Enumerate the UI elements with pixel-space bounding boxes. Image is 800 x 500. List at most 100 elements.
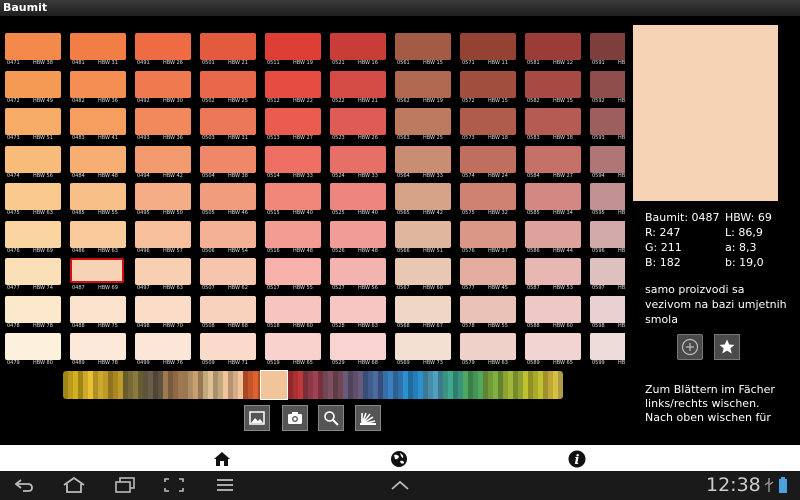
swatch-chip[interactable] (525, 295, 581, 323)
swatch-0517[interactable]: 0517 HBW 55 (265, 258, 321, 295)
swatch-chip[interactable] (135, 183, 191, 210)
swatch-chip[interactable] (70, 220, 126, 248)
swatch-chip[interactable] (135, 258, 191, 285)
swatch-chip[interactable] (590, 333, 625, 360)
swatch-chip[interactable] (525, 258, 581, 285)
swatch-chip[interactable] (525, 70, 581, 98)
swatch-chip[interactable] (460, 70, 516, 98)
swatch-0491[interactable]: 0491 HBW 26 (135, 33, 191, 70)
swatch-chip[interactable] (70, 145, 126, 173)
swatch-chip[interactable] (200, 220, 256, 248)
swatch-chip[interactable] (200, 183, 256, 210)
swatch-chip[interactable] (395, 70, 451, 98)
swatch-chip[interactable] (200, 333, 256, 360)
swatch-0497[interactable]: 0497 HBW 63 (135, 258, 191, 295)
swatch-0514[interactable]: 0514 HBW 33 (265, 145, 321, 183)
swatch-0505[interactable]: 0505 HBW 46 (200, 183, 256, 220)
swatch-0507[interactable]: 0507 HBW 62 (200, 258, 256, 295)
swatch-chip[interactable] (330, 33, 386, 60)
swatch-0471[interactable]: 0471 HBW 38 (5, 33, 61, 70)
back-button[interactable] (12, 475, 36, 495)
swatch-0589[interactable]: 0589 HBW 65 (525, 333, 581, 366)
swatch-0508[interactable]: 0508 HBW 68 (200, 295, 256, 333)
swatch-chip[interactable] (590, 33, 625, 60)
swatch-0488[interactable]: 0488 HBW 75 (70, 295, 126, 333)
swatch-chip[interactable] (265, 108, 321, 135)
recent-apps-button[interactable] (113, 475, 137, 495)
swatch-0499[interactable]: 0499 HBW 76 (135, 333, 191, 366)
swatch-0489[interactable]: 0489 HBW 78 (70, 333, 126, 366)
swatch-chip[interactable] (200, 258, 256, 285)
swatch-0486[interactable]: 0486 HBW 63 (70, 220, 126, 258)
swatch-chip[interactable] (330, 70, 386, 98)
search-button[interactable] (318, 405, 344, 431)
swatch-0597[interactable]: 0597 HBW 51 (590, 258, 625, 295)
camera-button[interactable] (282, 405, 308, 431)
swatch-chip[interactable] (200, 70, 256, 98)
swatch-0572[interactable]: 0572 HBW 15 (460, 70, 516, 108)
swatch-0504[interactable]: 0504 HBW 38 (200, 145, 256, 183)
swatch-0487[interactable]: 0487 HBW 69 (70, 258, 126, 295)
swatch-0494[interactable]: 0494 HBW 42 (135, 145, 191, 183)
swatch-chip[interactable] (525, 333, 581, 360)
gallery-button[interactable] (244, 405, 270, 431)
swatch-0593[interactable]: 0593 HBW 17 (590, 108, 625, 145)
swatch-0588[interactable]: 0588 HBW 60 (525, 295, 581, 333)
swatch-0474[interactable]: 0474 HBW 56 (5, 145, 61, 183)
swatch-chip[interactable] (460, 333, 516, 360)
swatch-chip[interactable] (460, 183, 516, 210)
swatch-0479[interactable]: 0479 HBW 80 (5, 333, 61, 366)
swatch-0522[interactable]: 0522 HBW 21 (330, 70, 386, 108)
swatch-0599[interactable]: 0599 HBW 66 (590, 333, 625, 366)
swatch-0503[interactable]: 0503 HBW 31 (200, 108, 256, 145)
swatch-chip[interactable] (330, 220, 386, 248)
swatch-chip[interactable] (5, 183, 61, 210)
swatch-0595[interactable]: 0595 HBW 33 (590, 183, 625, 220)
swatch-0482[interactable]: 0482 HBW 36 (70, 70, 126, 108)
swatch-0575[interactable]: 0575 HBW 32 (460, 183, 516, 220)
swatch-chip[interactable] (200, 145, 256, 173)
swatch-0562[interactable]: 0562 HBW 19 (395, 70, 451, 108)
spectrum-position-marker[interactable] (260, 370, 288, 400)
swatch-chip[interactable] (525, 145, 581, 173)
swatch-chip[interactable] (460, 220, 516, 248)
swatch-0525[interactable]: 0525 HBW 40 (330, 183, 386, 220)
swatch-chip[interactable] (135, 295, 191, 323)
swatch-chip[interactable] (460, 295, 516, 323)
fan-deck-button[interactable] (355, 405, 381, 431)
swatch-chip[interactable] (200, 33, 256, 60)
swatch-0484[interactable]: 0484 HBW 48 (70, 145, 126, 183)
swatch-chip[interactable] (525, 220, 581, 248)
system-home-button[interactable] (62, 475, 86, 495)
swatch-0577[interactable]: 0577 HBW 45 (460, 258, 516, 295)
swatch-0478[interactable]: 0478 HBW 78 (5, 295, 61, 333)
swatch-chip[interactable] (330, 145, 386, 173)
swatch-chip[interactable] (590, 295, 625, 323)
swatch-0496[interactable]: 0496 HBW 57 (135, 220, 191, 258)
swatch-chip[interactable] (525, 108, 581, 135)
swatch-0473[interactable]: 0473 HBW 51 (5, 108, 61, 145)
swatch-chip[interactable] (135, 333, 191, 360)
swatch-chip[interactable] (395, 295, 451, 323)
swatch-0571[interactable]: 0571 HBW 11 (460, 33, 516, 70)
swatch-chip[interactable] (395, 258, 451, 285)
swatch-0476[interactable]: 0476 HBW 69 (5, 220, 61, 258)
swatch-0477[interactable]: 0477 HBW 74 (5, 258, 61, 295)
swatch-0511[interactable]: 0511 HBW 19 (265, 33, 321, 70)
swatch-chip[interactable] (395, 145, 451, 173)
swatch-0569[interactable]: 0569 HBW 73 (395, 333, 451, 366)
swatch-chip[interactable] (135, 33, 191, 60)
swatch-chip[interactable] (330, 108, 386, 135)
swatch-0563[interactable]: 0563 HBW 25 (395, 108, 451, 145)
swatch-0591[interactable]: 0591 HBW 9 (590, 33, 625, 70)
up-button[interactable] (388, 475, 412, 495)
swatch-chip[interactable] (5, 108, 61, 135)
swatch-chip[interactable] (395, 108, 451, 135)
swatch-chip[interactable] (525, 33, 581, 60)
swatch-chip[interactable] (265, 183, 321, 210)
swatch-0587[interactable]: 0587 HBW 53 (525, 258, 581, 295)
swatch-chip[interactable] (135, 70, 191, 98)
swatch-0592[interactable]: 0592 HBW 13 (590, 70, 625, 108)
swatch-chip[interactable] (265, 220, 321, 248)
swatch-0485[interactable]: 0485 HBW 55 (70, 183, 126, 220)
